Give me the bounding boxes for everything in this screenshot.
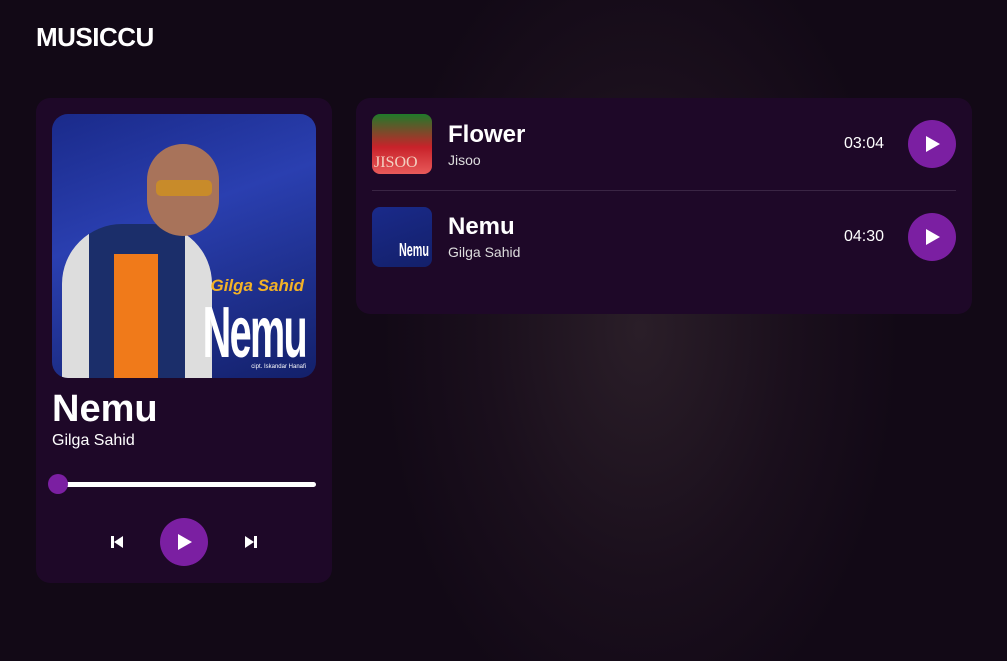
play-song-button[interactable]: [908, 120, 956, 168]
song-thumbnail: Nemu: [372, 206, 432, 267]
progress-handle[interactable]: [48, 474, 68, 494]
play-song-button[interactable]: [908, 212, 956, 261]
play-icon: [178, 534, 192, 550]
play-icon: [926, 136, 940, 152]
song-duration: 03:04: [843, 135, 884, 152]
skip-back-icon: [111, 536, 123, 548]
app-logo: MUSICCU: [36, 22, 154, 52]
song-artist: Jisoo: [448, 151, 481, 168]
skip-forward-icon: [245, 536, 257, 548]
previous-button[interactable]: [110, 535, 124, 549]
song-title: Nemu: [448, 213, 515, 240]
play-icon: [926, 228, 940, 245]
song-artist: Gilga Sahid: [448, 244, 521, 260]
song-artist: Gilga Sahid: [52, 432, 135, 449]
album-cover: Gilga Sahid Nemu cipt. Iskandar Hanafi: [52, 114, 316, 378]
play-button[interactable]: [160, 518, 208, 566]
now-playing-card: Gilga Sahid Nemu cipt. Iskandar Hanafi N…: [36, 98, 332, 583]
song-thumbnail: JISOO: [372, 114, 432, 174]
song-duration: 04:30: [843, 227, 884, 245]
playlist-item[interactable]: JISOO Flower Jisoo 03:04: [372, 98, 956, 190]
song-title: Nemu: [52, 388, 158, 430]
song-title: Flower: [448, 120, 526, 148]
playlist-item[interactable]: Nemu Nemu Gilga Sahid 04:30: [372, 190, 956, 282]
playlist: JISOO Flower Jisoo 03:04 Nemu Nemu Gilga S…: [356, 98, 972, 314]
progress-slider[interactable]: [58, 482, 316, 487]
next-button[interactable]: [244, 535, 258, 549]
